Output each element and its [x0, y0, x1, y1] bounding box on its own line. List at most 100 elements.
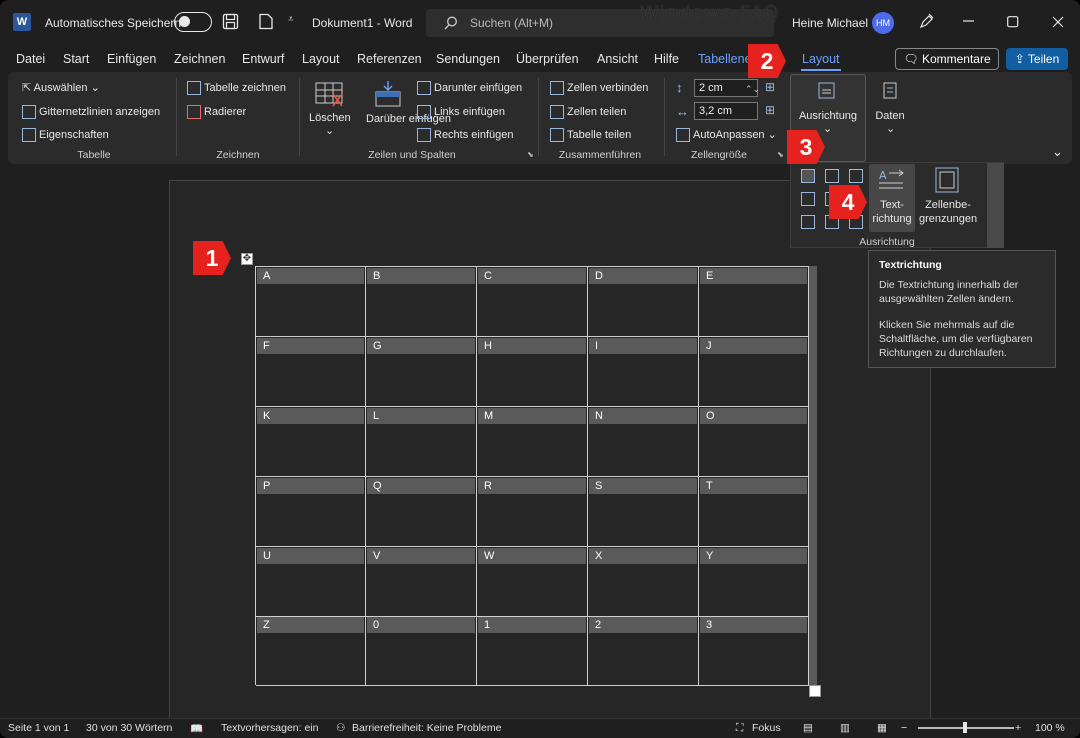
web-layout-icon[interactable]: ▦ [877, 722, 887, 734]
new-document-icon[interactable] [258, 13, 274, 30]
accessibility-status[interactable]: Barrierefreiheit: Keine Probleme [352, 722, 501, 734]
properties-button[interactable]: Eigenschaften [22, 128, 109, 142]
focus-button[interactable]: Fokus [752, 722, 781, 734]
distribute-columns-icon[interactable]: ⊞ [765, 103, 775, 117]
proofing-icon[interactable]: 📖 [190, 722, 203, 735]
table-cell[interactable]: T [699, 477, 809, 547]
panel-scrollbar[interactable] [987, 163, 1004, 248]
table-cell[interactable]: R [477, 477, 588, 547]
table-cell[interactable]: D [588, 267, 699, 337]
data-button[interactable]: Daten [874, 110, 906, 122]
table-cell[interactable]: Q [366, 477, 477, 547]
table-cell[interactable]: V [366, 547, 477, 617]
split-cells-button[interactable]: Zellen teilen [550, 105, 626, 119]
table-cell[interactable]: W [477, 547, 588, 617]
designer-pen-icon[interactable] [918, 13, 935, 30]
column-width-input[interactable]: 3,2 cm [694, 102, 758, 120]
align-top-center-icon[interactable] [825, 169, 839, 183]
tab-ueberpruefen[interactable]: Überprüfen [516, 52, 579, 66]
table-cell[interactable]: U [256, 547, 366, 617]
text-predictions[interactable]: Textvorhersagen: ein [221, 722, 318, 734]
insert-below-button[interactable]: Darunter einfügen [417, 81, 522, 95]
table-cell[interactable]: X [588, 547, 699, 617]
tab-datei[interactable]: Datei [16, 52, 45, 66]
merge-cells-button[interactable]: Zellen verbinden [550, 81, 648, 95]
draw-table-button[interactable]: Tabelle zeichnen [187, 81, 286, 95]
share-button[interactable]: ⇪ Teilen [1006, 48, 1068, 70]
table-cell[interactable]: 3 [699, 616, 809, 686]
table-cell[interactable]: Z [256, 616, 366, 686]
tab-einfuegen[interactable]: Einfügen [107, 52, 156, 66]
table-cell[interactable]: 2 [588, 616, 699, 686]
maximize-icon[interactable] [1007, 16, 1019, 28]
table[interactable]: A B C D E F G H I J K L M N O P Q R S T U V W X Y Z 0 1 2 3 [255, 266, 809, 686]
table-cell[interactable]: K [256, 407, 366, 477]
table-cell[interactable]: L [366, 407, 477, 477]
align-top-right-icon[interactable] [849, 169, 863, 183]
table-cell[interactable]: 1 [477, 616, 588, 686]
read-mode-icon[interactable]: ▤ [803, 722, 813, 734]
table-move-handle-icon[interactable]: ✥ [241, 253, 253, 265]
zoom-slider-knob[interactable] [963, 722, 967, 733]
align-bottom-left-icon[interactable] [801, 215, 815, 229]
delete-button[interactable]: Löschen [309, 112, 351, 124]
tab-zeichnen[interactable]: Zeichnen [174, 52, 225, 66]
word-count[interactable]: 30 von 30 Wörtern [86, 722, 172, 734]
eraser-button[interactable]: Radierer [187, 105, 246, 119]
tab-layout[interactable]: Layout [302, 52, 340, 66]
avatar[interactable]: HM [872, 12, 894, 34]
zoom-level[interactable]: 100 % [1035, 722, 1065, 734]
table-resize-handle[interactable] [809, 685, 821, 697]
table-cell[interactable]: C [477, 267, 588, 337]
customize-quick-access-icon[interactable]: ⩡ [288, 14, 294, 25]
insert-above-button[interactable]: Darüber einfügen [366, 112, 451, 126]
dialog-launcher-icon[interactable]: ⬊ [777, 150, 784, 159]
user-name[interactable]: Heine Michael [792, 16, 868, 30]
tab-sendungen[interactable]: Sendungen [436, 52, 500, 66]
tab-table-layout[interactable]: Layout [802, 52, 840, 66]
table-cell[interactable]: H [477, 337, 588, 407]
tab-entwurf[interactable]: Entwurf [242, 52, 284, 66]
select-button[interactable]: ⇱ Auswählen ⌄ [22, 81, 100, 94]
insert-right-button[interactable]: Rechts einfügen [417, 128, 514, 142]
table-cell[interactable]: I [588, 337, 699, 407]
tab-hilfe[interactable]: Hilfe [654, 52, 679, 66]
table-cell[interactable]: B [366, 267, 477, 337]
table-cell[interactable]: E [699, 267, 809, 337]
insert-left-button[interactable]: Links einfügen [417, 105, 505, 119]
spin-icon[interactable]: ⌃⌄ [745, 84, 760, 95]
zoom-in-icon[interactable]: + [1015, 722, 1021, 734]
close-icon[interactable] [1052, 16, 1064, 28]
dialog-launcher-icon[interactable]: ⬊ [527, 150, 534, 159]
tab-ansicht[interactable]: Ansicht [597, 52, 638, 66]
table-cell[interactable]: M [477, 407, 588, 477]
table-cell[interactable]: J [699, 337, 809, 407]
table-cell[interactable]: 0 [366, 616, 477, 686]
page-count[interactable]: Seite 1 von 1 [8, 722, 69, 734]
zoom-out-icon[interactable]: − [901, 722, 907, 734]
table-cell[interactable]: Y [699, 547, 809, 617]
autosave-toggle[interactable] [174, 12, 212, 32]
align-top-left-icon[interactable] [801, 169, 815, 183]
tab-start[interactable]: Start [63, 52, 89, 66]
table-cell[interactable]: F [256, 337, 366, 407]
save-icon[interactable] [222, 13, 239, 30]
align-middle-left-icon[interactable] [801, 192, 815, 206]
gridlines-button[interactable]: Gitternetzlinien anzeigen [22, 105, 160, 119]
table-cell[interactable]: G [366, 337, 477, 407]
autofit-button[interactable]: AutoAnpassen ⌄ [676, 128, 777, 143]
split-table-button[interactable]: Tabelle teilen [550, 128, 631, 142]
comments-button[interactable]: 🗨 Kommentare [895, 48, 999, 70]
tab-referenzen[interactable]: Referenzen [357, 52, 422, 66]
minimize-icon[interactable] [963, 20, 975, 23]
print-layout-icon[interactable]: ▥ [840, 722, 850, 734]
distribute-rows-icon[interactable]: ⊞ [765, 80, 775, 94]
cell-text: E [706, 270, 714, 282]
table-cell[interactable]: S [588, 477, 699, 547]
table-cell[interactable]: P [256, 477, 366, 547]
collapse-ribbon-icon[interactable]: ⌄ [1052, 144, 1063, 160]
table-cell[interactable]: A [256, 267, 366, 337]
table-cell[interactable]: N [588, 407, 699, 477]
table-cell[interactable]: O [699, 407, 809, 477]
tab-tabellenentwurf[interactable]: Tabellene [698, 52, 752, 66]
